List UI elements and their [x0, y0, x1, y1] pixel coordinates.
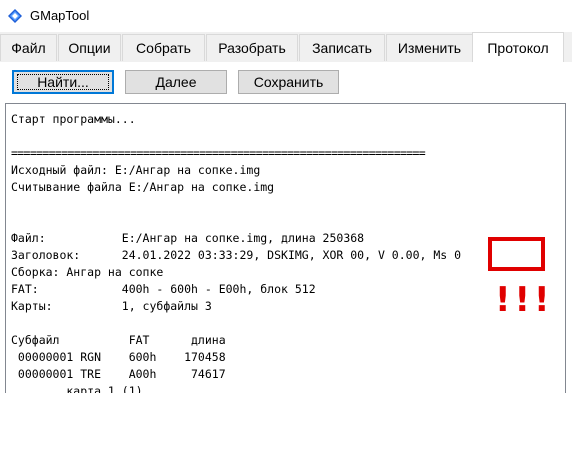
log-line: Сборка: Ангар на сопке [11, 265, 164, 279]
tab-file[interactable]: Файл [0, 34, 57, 61]
log-line: Заголовок: 24.01.2022 03:33:29, DSKIMG, … [11, 248, 462, 262]
tab-options[interactable]: Опции [58, 34, 121, 61]
log-line: Считывание файла E:/Ангар на сопке.img [11, 180, 275, 194]
tab-build[interactable]: Собрать [122, 34, 205, 61]
log-line: 00000001 RGN 600h 170458 [11, 350, 226, 364]
annotation-highlight-box [488, 237, 545, 271]
tab-modify[interactable]: Изменить [386, 34, 473, 61]
save-button[interactable]: Сохранить [238, 70, 339, 94]
tab-write[interactable]: Записать [299, 34, 385, 61]
gmaptool-diamond-icon [8, 9, 22, 23]
tab-bar: Файл Опции Собрать Разобрать Записать Из… [0, 32, 572, 63]
log-panel[interactable]: Старт программы... =====================… [5, 103, 566, 393]
log-line: Файл: E:/Ангар на сопке.img, длина 25036… [11, 231, 365, 245]
log-line: Субфайл FAT длина [11, 333, 226, 347]
tab-log[interactable]: Протокол [472, 32, 564, 62]
focus-rectangle [17, 74, 109, 90]
tab-split[interactable]: Разобрать [206, 34, 298, 61]
title-bar: GMapTool [0, 0, 572, 32]
log-line: Карты: 1, субфайлы 3 [11, 299, 212, 313]
log-separator: ========================================… [11, 146, 426, 160]
log-line: FAT: 400h - 600h - E00h, блок 512 [11, 282, 316, 296]
log-line: Исходный файл: E:/Ангар на сопке.img [11, 163, 261, 177]
annotation-exclamation: !!! [495, 280, 554, 320]
log-line: карта 1 (1) [11, 384, 143, 393]
next-button[interactable]: Далее [125, 70, 227, 94]
toolbar: Найти... Далее Сохранить [0, 62, 572, 102]
find-button[interactable]: Найти... [12, 70, 114, 94]
log-line: 00000001 TRE A00h 74617 [11, 367, 226, 381]
log-line: Старт программы... [11, 112, 136, 126]
window-title: GMapTool [30, 8, 90, 23]
